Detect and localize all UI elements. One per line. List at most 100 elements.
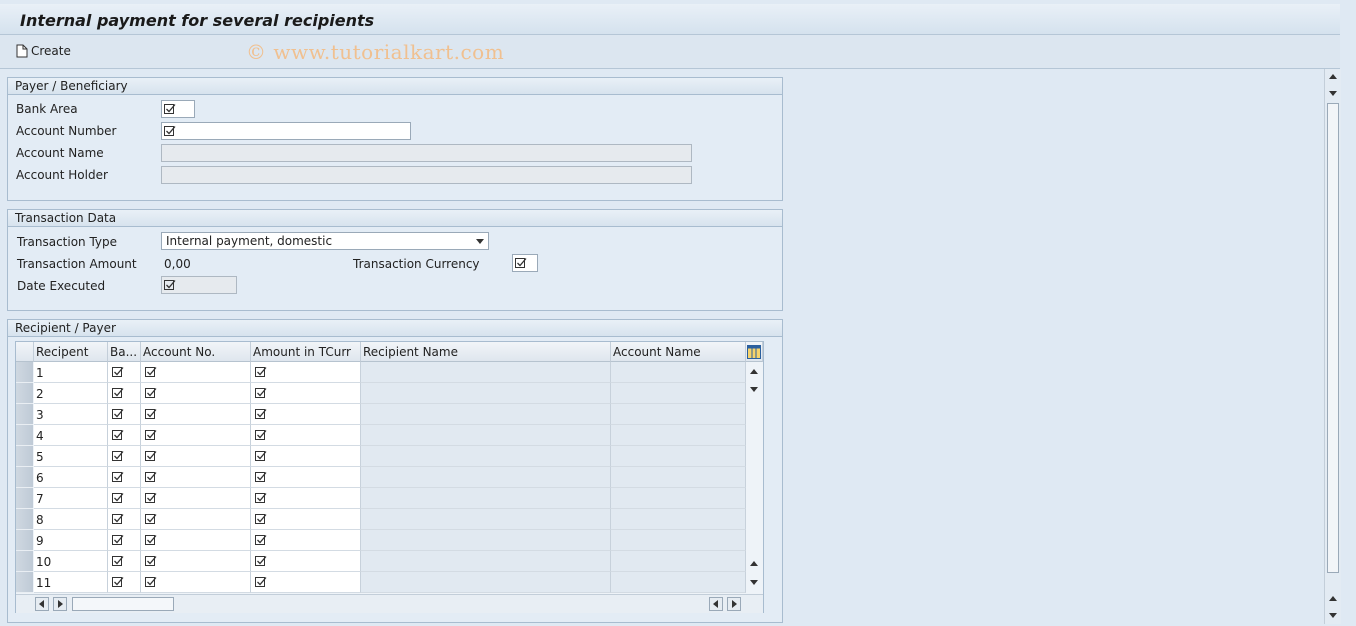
page-vertical-scrollbar[interactable]: [1324, 69, 1341, 624]
cell-amount[interactable]: [251, 509, 361, 530]
transaction-currency-field[interactable]: [512, 254, 538, 272]
row-selector[interactable]: [16, 488, 33, 509]
cell-account-no[interactable]: [141, 425, 251, 446]
required-check-icon: [145, 451, 157, 461]
horizontal-scroll-thumb[interactable]: [72, 597, 174, 611]
cell-recipient[interactable]: 10: [34, 551, 108, 572]
scroll-up-icon[interactable]: [747, 366, 761, 378]
cell-amount[interactable]: [251, 467, 361, 488]
account-name-label: Account Name: [16, 146, 104, 160]
cell-bank-area[interactable]: [108, 362, 141, 383]
scroll-up-icon[interactable]: [1326, 593, 1340, 605]
cell-recipient[interactable]: 9: [34, 530, 108, 551]
cell-bank-area[interactable]: [108, 551, 141, 572]
cell-account-no[interactable]: [141, 530, 251, 551]
row-selector[interactable]: [16, 446, 33, 467]
cell-account-no[interactable]: [141, 362, 251, 383]
column-header-amount[interactable]: Amount in TCurr: [251, 342, 361, 362]
scroll-up-icon[interactable]: [1326, 71, 1340, 83]
cell-account-no[interactable]: [141, 572, 251, 593]
column-header-bank-area[interactable]: Ba...: [108, 342, 141, 362]
transaction-type-dropdown[interactable]: Internal payment, domestic: [161, 232, 489, 250]
table-row: 1: [16, 362, 746, 383]
cell-bank-area[interactable]: [108, 467, 141, 488]
cell-account-no[interactable]: [141, 551, 251, 572]
scroll-left-icon[interactable]: [35, 597, 49, 611]
cell-recipient[interactable]: 1: [34, 362, 108, 383]
cell-account-no[interactable]: [141, 383, 251, 404]
required-check-icon: [112, 367, 124, 377]
cell-amount[interactable]: [251, 572, 361, 593]
cell-recipient[interactable]: 4: [34, 425, 108, 446]
cell-recipient-name: [361, 572, 611, 593]
scroll-right-icon[interactable]: [727, 597, 741, 611]
scroll-up-icon[interactable]: [747, 558, 761, 570]
cell-amount[interactable]: [251, 551, 361, 572]
row-selector[interactable]: [16, 362, 33, 383]
row-selector[interactable]: [16, 425, 33, 446]
scroll-down-icon[interactable]: [747, 383, 761, 395]
row-selector[interactable]: [16, 551, 33, 572]
cell-account-name: [611, 425, 746, 446]
scroll-down-icon[interactable]: [747, 576, 761, 588]
cell-account-no[interactable]: [141, 404, 251, 425]
scroll-down-icon[interactable]: [1326, 609, 1340, 621]
cell-account-no[interactable]: [141, 488, 251, 509]
required-check-icon: [255, 535, 267, 545]
table-settings-button[interactable]: [746, 342, 763, 362]
cell-recipient[interactable]: 2: [34, 383, 108, 404]
cell-bank-area[interactable]: [108, 530, 141, 551]
cell-amount[interactable]: [251, 383, 361, 404]
cell-recipient[interactable]: 11: [34, 572, 108, 593]
cell-bank-area[interactable]: [108, 383, 141, 404]
scroll-left-icon[interactable]: [709, 597, 723, 611]
cell-account-no[interactable]: [141, 446, 251, 467]
cell-amount[interactable]: [251, 404, 361, 425]
required-check-icon: [255, 514, 267, 524]
recipient-number: 11: [36, 576, 52, 590]
cell-amount[interactable]: [251, 488, 361, 509]
row-selector[interactable]: [16, 509, 33, 530]
column-header-recipient-name[interactable]: Recipient Name: [361, 342, 611, 362]
cell-bank-area[interactable]: [108, 488, 141, 509]
chevron-down-icon[interactable]: [476, 239, 484, 244]
cell-recipient[interactable]: 6: [34, 467, 108, 488]
column-header-recipient[interactable]: Recipent: [34, 342, 108, 362]
cell-bank-area[interactable]: [108, 572, 141, 593]
account-number-label: Account Number: [16, 124, 117, 138]
column-header-account-name[interactable]: Account Name: [611, 342, 746, 362]
row-selector[interactable]: [16, 404, 33, 425]
cell-amount[interactable]: [251, 446, 361, 467]
cell-recipient[interactable]: 7: [34, 488, 108, 509]
cell-recipient[interactable]: 5: [34, 446, 108, 467]
required-check-icon: [112, 493, 124, 503]
row-selector[interactable]: [16, 467, 33, 488]
row-selector[interactable]: [16, 530, 33, 551]
scroll-down-icon[interactable]: [1326, 87, 1340, 99]
column-header-account-no[interactable]: Account No.: [141, 342, 251, 362]
row-selector[interactable]: [16, 383, 33, 404]
scroll-right-icon[interactable]: [53, 597, 67, 611]
cell-account-no[interactable]: [141, 509, 251, 530]
cell-amount[interactable]: [251, 530, 361, 551]
cell-account-no[interactable]: [141, 467, 251, 488]
table-settings-icon: [747, 345, 761, 359]
cell-amount[interactable]: [251, 362, 361, 383]
select-all-header[interactable]: [16, 342, 34, 362]
cell-bank-area[interactable]: [108, 446, 141, 467]
cell-account-name: [611, 404, 746, 425]
required-check-icon: [145, 409, 157, 419]
cell-bank-area[interactable]: [108, 425, 141, 446]
cell-bank-area[interactable]: [108, 404, 141, 425]
bank-area-field[interactable]: [161, 100, 195, 118]
cell-bank-area[interactable]: [108, 509, 141, 530]
account-number-field[interactable]: [161, 122, 411, 140]
date-executed-field[interactable]: [161, 276, 237, 294]
row-selector[interactable]: [16, 572, 33, 593]
page-scroll-thumb[interactable]: [1327, 103, 1339, 573]
horizontal-scrollbar[interactable]: [16, 594, 763, 613]
create-button[interactable]: Create: [16, 42, 71, 60]
cell-amount[interactable]: [251, 425, 361, 446]
cell-recipient[interactable]: 3: [34, 404, 108, 425]
cell-recipient[interactable]: 8: [34, 509, 108, 530]
